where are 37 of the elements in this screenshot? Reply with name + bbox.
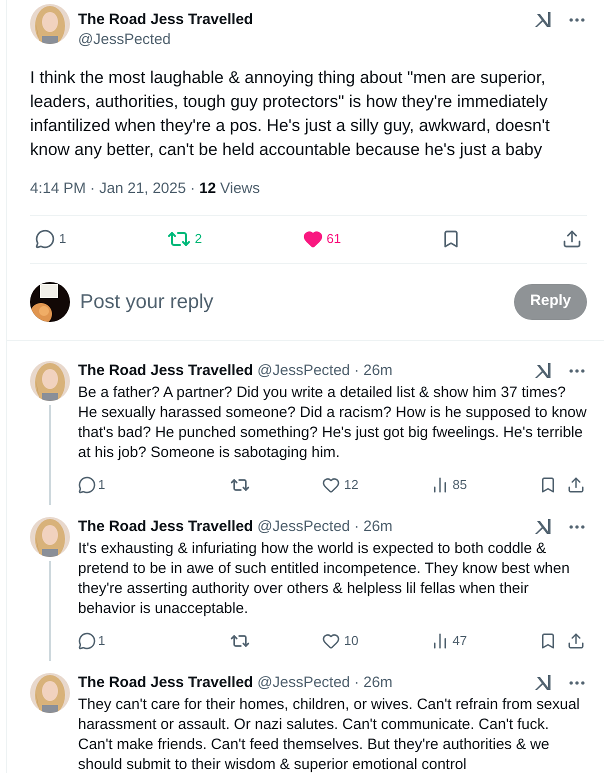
like-icon[interactable]	[322, 632, 340, 650]
author-name[interactable]: The Road Jess Travelled	[78, 674, 254, 690]
repost-count: 2	[194, 230, 202, 248]
logo-icon[interactable]	[533, 672, 553, 692]
share-icon[interactable]	[567, 476, 585, 494]
reply-count: 1	[59, 230, 66, 248]
logo-icon[interactable]	[533, 360, 553, 380]
bookmark-icon[interactable]	[539, 632, 557, 650]
like-count: 10	[344, 632, 358, 650]
author-name[interactable]: The Road Jess Travelled	[78, 518, 254, 534]
author-handle[interactable]: @JessPected · 26m	[257, 674, 393, 690]
share-icon[interactable]	[567, 632, 585, 650]
like-count: 61	[326, 230, 341, 248]
post-text: I think the most laughable & annoying thing about "men are superior, leaders, authorities, tough guy protectors" is how they're immediately infantilized when they're a pos. He's just a silly guy, awkward, doesn't know any better, can't be held accountable because he's just a baby	[30, 67, 551, 161]
author-name[interactable]: The Road Jess Travelled	[78, 10, 525, 30]
views-count: 47	[452, 632, 467, 650]
bookmark-icon[interactable]	[539, 476, 557, 494]
reply-icon[interactable]	[35, 229, 55, 249]
reply-text: Be a father? A partner? Did you write a detailed list & show him 37 times? He sexually harassed someone? Did a racism? How is he supposed to know that's bad? He punched something? He's just got big fweelings. He's terrible at his job? Someone is sabotaging him.	[78, 382, 587, 462]
logo-icon[interactable]	[533, 516, 553, 536]
post-meta: 4:14 PM · Jan 21, 2025 · 12 Views	[30, 178, 587, 216]
logo-icon[interactable]	[533, 10, 553, 30]
reply-icon[interactable]	[78, 632, 96, 650]
reply-count: 1	[98, 476, 106, 494]
reply-count: 1	[98, 632, 106, 650]
reply-icon[interactable]	[78, 476, 96, 494]
author-handle[interactable]: @JessPected	[78, 30, 525, 50]
like-count: 12	[344, 476, 358, 494]
like-icon[interactable]	[302, 229, 322, 249]
author-handle[interactable]: @JessPected · 26m	[257, 362, 393, 378]
views-count: 85	[452, 476, 467, 494]
share-icon[interactable]	[562, 229, 582, 249]
author-name[interactable]: The Road Jess Travelled	[78, 362, 254, 378]
author-handle[interactable]: @JessPected · 26m	[257, 518, 393, 534]
reply-text: It's exhausting & infuriating how the world is expected to both coddle & pretend to be in awe of such entitled incompetence. They know best when they're asserting authority over others & helpless lil fellas when their behavior is unacceptable.	[78, 538, 571, 618]
reply-text: They can't care for their homes, children, or wives. Can't refrain from sexual harassment or assault. Or nazi salutes. Can't communicate. Can't fuck. Can't make friends. Can't feed themselves. But they're authorities & we should submit to their wisdom & superior emotional control	[78, 694, 581, 773]
like-icon[interactable]	[322, 476, 340, 494]
